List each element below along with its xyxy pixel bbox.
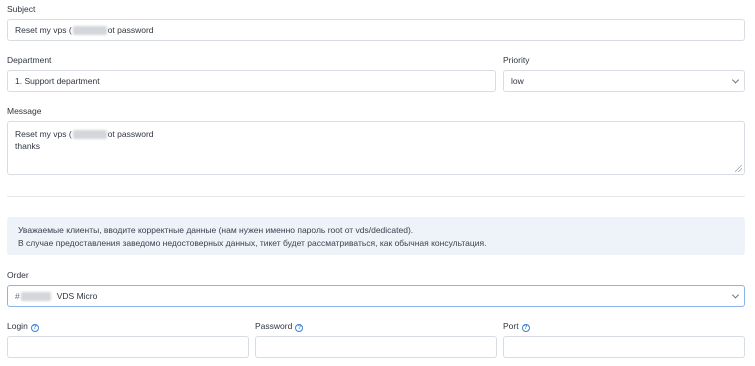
subject-input[interactable]: Reset my vps ( ot password (7, 19, 745, 41)
department-label: Department (7, 55, 52, 65)
chevron-down-icon (731, 291, 740, 299)
department-select[interactable]: 1. Support department (7, 70, 496, 92)
priority-select[interactable]: low (503, 70, 745, 92)
port-label-text: Port (503, 321, 519, 331)
redacted-text (72, 130, 107, 140)
priority-value: low (511, 76, 524, 86)
priority-label: Priority (503, 55, 530, 65)
login-label: Login? (7, 321, 39, 332)
question-circle-icon[interactable]: ? (295, 324, 304, 332)
question-circle-icon[interactable]: ? (521, 324, 530, 332)
redacted-text (20, 291, 51, 301)
section-divider (7, 196, 745, 197)
login-input[interactable] (7, 336, 249, 358)
message-line-1-start: Reset my vps ( (15, 129, 72, 139)
resize-handle-icon[interactable] (735, 165, 742, 172)
notice-line-1: Уважаемые клиенты, вводите корректные да… (18, 225, 414, 235)
order-value: VDS Micro (56, 291, 98, 301)
password-label-text: Password (255, 321, 293, 331)
message-line-1-end: ot password (107, 129, 154, 139)
question-circle-icon[interactable]: ? (30, 324, 39, 332)
redacted-text (72, 25, 107, 35)
message-label: Message (7, 106, 42, 116)
password-input[interactable] (255, 336, 497, 358)
login-label-text: Login (7, 321, 28, 331)
subject-label: Subject (7, 4, 36, 14)
port-label: Port? (503, 321, 530, 332)
chevron-down-icon (731, 76, 740, 84)
port-input[interactable] (503, 336, 745, 358)
message-textarea[interactable]: Reset my vps ( ot password thanks (7, 121, 745, 175)
message-line-2: thanks (15, 141, 41, 151)
subject-value-start: Reset my vps ( (15, 25, 72, 35)
notice-line-2: В случае предоставления заведомо недосто… (18, 237, 487, 248)
notice-box: Уважаемые клиенты, вводите корректные да… (7, 217, 745, 255)
message-line-1: Reset my vps ( ot password (15, 128, 154, 140)
department-value: 1. Support department (15, 76, 100, 86)
order-value-prefix: # (15, 291, 20, 301)
order-select[interactable]: # VDS Micro (7, 285, 745, 307)
subject-value-end: ot password (107, 25, 154, 35)
order-label: Order (7, 270, 29, 280)
password-label: Password? (255, 321, 304, 332)
